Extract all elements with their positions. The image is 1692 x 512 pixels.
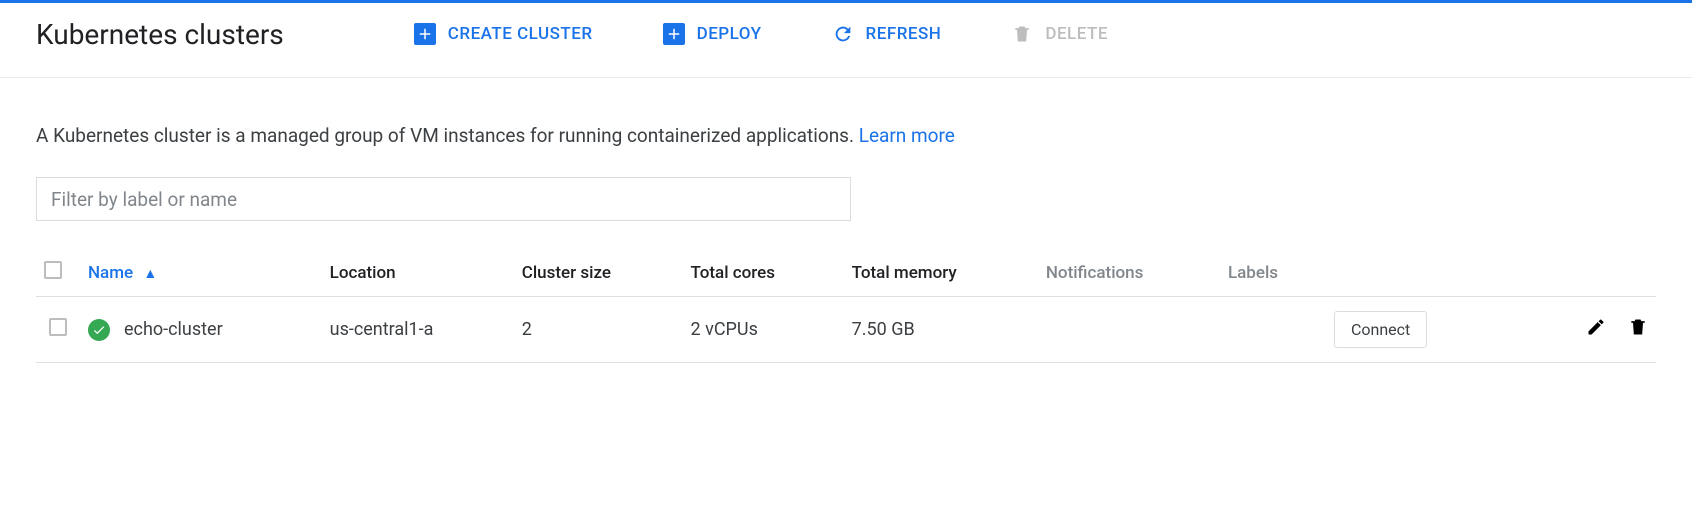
cluster-total-cores: 2 vCPUs (683, 297, 844, 363)
trash-icon (1011, 23, 1033, 45)
header-bar: Kubernetes clusters CREATE CLUSTER DEPLO… (0, 3, 1692, 78)
column-header-cluster-size[interactable]: Cluster size (514, 249, 683, 297)
refresh-icon (832, 23, 854, 45)
table-row: echo-cluster us-central1-a 2 2 vCPUs 7.5… (36, 297, 1656, 363)
create-cluster-button[interactable]: CREATE CLUSTER (414, 15, 593, 53)
cluster-location: us-central1-a (322, 297, 514, 363)
column-header-location[interactable]: Location (322, 249, 514, 297)
header-checkbox-cell (36, 249, 80, 297)
delete-row-icon[interactable] (1628, 317, 1648, 342)
delete-button[interactable]: DELETE (1011, 15, 1108, 53)
sort-ascending-icon: ▲ (143, 265, 157, 282)
delete-label: DELETE (1045, 24, 1108, 44)
refresh-button[interactable]: REFRESH (832, 15, 942, 53)
main-content: A Kubernetes cluster is a managed group … (0, 78, 1692, 389)
cluster-size: 2 (514, 297, 683, 363)
edit-icon[interactable] (1586, 317, 1606, 342)
refresh-label: REFRESH (866, 24, 942, 44)
status-ok-icon (88, 319, 110, 341)
column-header-connect (1326, 249, 1501, 297)
clusters-table: Name ▲ Location Cluster size Total cores… (36, 249, 1656, 363)
cluster-notifications (1038, 297, 1220, 363)
deploy-button[interactable]: DEPLOY (663, 15, 762, 53)
page-description: A Kubernetes cluster is a managed group … (36, 124, 1656, 147)
page-title: Kubernetes clusters (36, 18, 284, 51)
column-name-label: Name (88, 263, 133, 283)
row-checkbox[interactable] (49, 318, 67, 336)
column-header-total-cores[interactable]: Total cores (683, 249, 844, 297)
deploy-label: DEPLOY (697, 24, 762, 44)
learn-more-link[interactable]: Learn more (859, 124, 955, 147)
column-header-actions (1501, 249, 1656, 297)
select-all-checkbox[interactable] (44, 261, 62, 279)
cluster-total-memory: 7.50 GB (844, 297, 1038, 363)
filter-input[interactable] (36, 177, 851, 221)
column-header-name[interactable]: Name ▲ (80, 249, 322, 297)
plus-icon (414, 23, 436, 45)
column-header-total-memory[interactable]: Total memory (844, 249, 1038, 297)
connect-button[interactable]: Connect (1334, 311, 1427, 348)
create-cluster-label: CREATE CLUSTER (448, 24, 593, 44)
plus-icon (663, 23, 685, 45)
cluster-labels (1220, 297, 1326, 363)
column-header-notifications[interactable]: Notifications (1038, 249, 1220, 297)
column-header-labels[interactable]: Labels (1220, 249, 1326, 297)
cluster-name[interactable]: echo-cluster (124, 319, 223, 340)
description-text: A Kubernetes cluster is a managed group … (36, 124, 859, 147)
